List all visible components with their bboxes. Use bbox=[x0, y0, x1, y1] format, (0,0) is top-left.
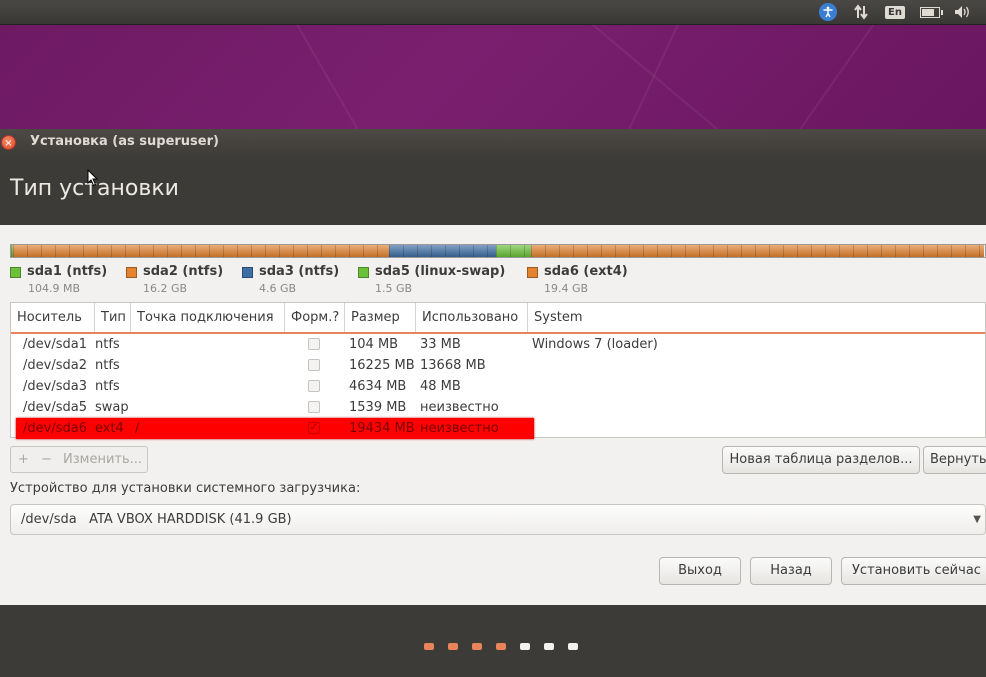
cell-used: 48 MB bbox=[420, 379, 461, 394]
cell-mount: / bbox=[135, 421, 140, 436]
progress-step-dot bbox=[568, 643, 578, 650]
progress-step-dot bbox=[544, 643, 554, 650]
cell-size: 19434 MB bbox=[349, 421, 415, 436]
progress-step-dot bbox=[472, 643, 482, 650]
column-header-device[interactable]: Носитель bbox=[11, 303, 95, 332]
legend-size: 16.2 GB bbox=[143, 282, 188, 295]
legend-name: sda5 (linux-swap) bbox=[375, 264, 506, 279]
table-row[interactable]: /dev/sda1 ntfs 104 MB 33 MB Windows 7 (loade… bbox=[11, 334, 985, 355]
cell-size: 16225 MB bbox=[349, 358, 415, 373]
legend-swatch bbox=[358, 267, 369, 278]
keyboard-layout-label: En bbox=[885, 5, 905, 19]
window-title: Установка (as superuser) bbox=[30, 134, 219, 149]
format-checkbox[interactable] bbox=[308, 359, 320, 371]
bootloader-device-value: /dev/sda ATA VBOX HARDDISK (41.9 GB) bbox=[21, 512, 292, 527]
cell-device: /dev/sda1 bbox=[23, 337, 87, 352]
cell-size: 104 MB bbox=[349, 337, 399, 352]
legend-name: sda3 (ntfs) bbox=[259, 264, 340, 279]
volume-icon[interactable] bbox=[950, 0, 976, 24]
install-now-button[interactable]: Установить сейчас bbox=[841, 557, 986, 585]
keyboard-layout-indicator[interactable]: En bbox=[884, 0, 906, 24]
desktop-background bbox=[0, 25, 986, 129]
new-partition-table-button[interactable]: Новая таблица разделов... bbox=[722, 446, 920, 474]
mouse-cursor-icon bbox=[87, 169, 99, 187]
table-row[interactable]: /dev/sda3 ntfs 4634 MB 48 MB bbox=[11, 376, 985, 397]
format-checkbox[interactable]: ✓ bbox=[308, 422, 320, 434]
column-header-format[interactable]: Форм.? bbox=[285, 303, 345, 332]
table-row[interactable]: /dev/sda5 swap 1539 MB неизвестно bbox=[11, 397, 985, 418]
column-header-system[interactable]: System bbox=[528, 303, 985, 332]
legend-swatch bbox=[126, 267, 137, 278]
cell-used: 33 MB bbox=[420, 337, 461, 352]
cell-device: /dev/sda5 bbox=[23, 400, 87, 415]
bootloader-device-select[interactable]: /dev/sda ATA VBOX HARDDISK (41.9 GB) ▼ bbox=[10, 504, 986, 535]
cell-type: ntfs bbox=[95, 379, 120, 394]
change-partition-button[interactable]: Изменить... bbox=[63, 447, 142, 472]
legend-size: 1.5 GB bbox=[375, 282, 413, 295]
partition-toolbar: + − Изменить... bbox=[10, 446, 148, 473]
cell-type: swap bbox=[95, 400, 129, 415]
legend-swatch bbox=[10, 267, 21, 278]
column-header-type[interactable]: Тип bbox=[95, 303, 131, 332]
format-checkbox[interactable] bbox=[308, 401, 320, 413]
remove-partition-button[interactable]: − bbox=[41, 447, 52, 472]
progress-footer bbox=[0, 605, 986, 677]
network-arrows-icon[interactable] bbox=[850, 0, 872, 24]
partition-bar-segment bbox=[13, 245, 389, 257]
bootloader-label: Устройство для установки системного загр… bbox=[10, 481, 361, 496]
cell-size: 4634 MB bbox=[349, 379, 407, 394]
partition-bar-segment bbox=[389, 245, 496, 257]
legend-name: sda1 (ntfs) bbox=[27, 264, 108, 279]
legend-size: 19.4 GB bbox=[544, 282, 589, 295]
legend-swatch bbox=[527, 267, 538, 278]
partition-bar-segment bbox=[496, 245, 531, 257]
progress-step-dot bbox=[520, 643, 530, 650]
cell-used: неизвестно bbox=[420, 400, 499, 415]
cell-type: ntfs bbox=[95, 358, 120, 373]
legend-size: 4.6 GB bbox=[259, 282, 297, 295]
cell-system: Windows 7 (loader) bbox=[532, 337, 658, 352]
cell-device: /dev/sda6 bbox=[23, 421, 87, 436]
accessibility-icon[interactable] bbox=[815, 0, 841, 24]
format-checkbox[interactable] bbox=[308, 338, 320, 350]
column-header-mount[interactable]: Точка подключения bbox=[131, 303, 285, 332]
add-partition-button[interactable]: + bbox=[18, 447, 29, 472]
partition-bar bbox=[10, 244, 986, 258]
top-panel: En bbox=[0, 0, 986, 25]
table-header: Носитель Тип Точка подключения Форм.? Ра… bbox=[11, 303, 985, 334]
table-row[interactable]: /dev/sda2 ntfs 16225 MB 13668 MB bbox=[11, 355, 985, 376]
cell-used: неизвестно bbox=[420, 421, 499, 436]
legend-swatch bbox=[242, 267, 253, 278]
revert-button[interactable]: Вернуть bbox=[923, 446, 986, 474]
cell-type: ext4 bbox=[95, 421, 124, 436]
column-header-size[interactable]: Размер bbox=[345, 303, 416, 332]
back-button[interactable]: Назад bbox=[750, 557, 832, 585]
cell-device: /dev/sda2 bbox=[23, 358, 87, 373]
cell-size: 1539 MB bbox=[349, 400, 407, 415]
cell-type: ntfs bbox=[95, 337, 120, 352]
quit-button[interactable]: Выход bbox=[659, 557, 741, 585]
partition-table[interactable]: Носитель Тип Точка подключения Форм.? Ра… bbox=[10, 302, 986, 439]
legend-name: sda6 (ext4) bbox=[544, 264, 628, 279]
cell-used: 13668 MB bbox=[420, 358, 486, 373]
battery-icon[interactable] bbox=[917, 0, 943, 24]
progress-step-dot bbox=[448, 643, 458, 650]
close-icon: × bbox=[4, 138, 13, 149]
table-row[interactable]: /dev/sda6 ext4 / 19434 MB неизвестно ✓ bbox=[11, 418, 985, 439]
column-header-used[interactable]: Использовано bbox=[416, 303, 528, 332]
legend-name: sda2 (ntfs) bbox=[143, 264, 224, 279]
format-checkbox[interactable] bbox=[308, 380, 320, 392]
progress-step-dot bbox=[424, 643, 434, 650]
close-button[interactable]: × bbox=[1, 135, 16, 150]
cell-device: /dev/sda3 bbox=[23, 379, 87, 394]
legend-size: 104.9 MB bbox=[28, 282, 81, 295]
dropdown-arrow-icon: ▼ bbox=[973, 514, 981, 525]
partition-bar-segment bbox=[531, 245, 984, 257]
progress-step-dot bbox=[496, 643, 506, 650]
